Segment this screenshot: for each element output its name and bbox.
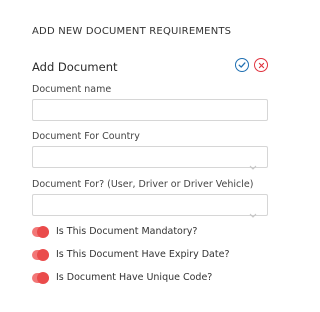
unique-code-toggle-row: Is Document Have Unique Code? [32, 272, 268, 285]
document-for-select[interactable] [32, 194, 268, 218]
toggle-knob [37, 226, 49, 238]
chevron-down-icon [249, 203, 257, 222]
expiry-toggle[interactable] [32, 249, 49, 261]
toggle-knob [37, 272, 49, 284]
check-icon [238, 61, 246, 69]
mandatory-toggle[interactable] [32, 226, 49, 238]
document-name-input[interactable] [32, 99, 268, 121]
mandatory-toggle-row: Is This Document Mandatory? [32, 226, 268, 239]
unique-code-toggle[interactable] [32, 272, 49, 284]
add-document-panel: ADD NEW DOCUMENT REQUIREMENTS Add Docume… [0, 0, 300, 312]
document-country-select[interactable] [32, 146, 268, 170]
expiry-toggle-label: Is This Document Have Expiry Date? [56, 249, 230, 260]
mandatory-toggle-label: Is This Document Mandatory? [56, 226, 198, 237]
document-country-label: Document For Country [32, 131, 140, 142]
section-title: ADD NEW DOCUMENT REQUIREMENTS [32, 26, 232, 37]
unique-code-toggle-label: Is Document Have Unique Code? [56, 272, 213, 283]
document-name-label: Document name [32, 84, 112, 95]
document-for-label: Document For? (User, Driver or Driver Ve… [32, 179, 254, 190]
chevron-down-icon [249, 155, 257, 174]
card-header: Add Document [32, 58, 268, 78]
card-title: Add Document [32, 60, 118, 74]
close-icon [258, 62, 265, 69]
confirm-button[interactable] [235, 58, 249, 72]
cancel-button[interactable] [254, 58, 268, 72]
expiry-toggle-row: Is This Document Have Expiry Date? [32, 249, 268, 262]
toggle-knob [37, 249, 49, 261]
